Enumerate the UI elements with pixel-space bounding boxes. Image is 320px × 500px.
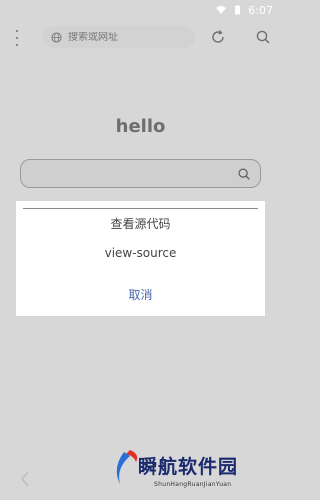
- url-input[interactable]: [68, 31, 186, 43]
- dialog-item-view-source[interactable]: view-source: [16, 246, 265, 260]
- battery-icon: [235, 5, 241, 15]
- globe-icon: [51, 31, 62, 43]
- dialog-item-view-source-cn[interactable]: 查看源代码: [16, 215, 265, 232]
- watermark-logo: 瞬航软件园 ShunHangRuanJianYuan: [110, 446, 260, 494]
- back-icon[interactable]: [20, 470, 30, 488]
- wifi-icon: [216, 6, 227, 14]
- address-bar[interactable]: [43, 26, 195, 48]
- status-time: 6:07: [248, 3, 273, 17]
- search-icon[interactable]: [255, 29, 271, 45]
- cancel-button[interactable]: 取消: [16, 286, 265, 303]
- search-icon[interactable]: [237, 167, 251, 181]
- watermark-title: 瞬航软件园: [138, 456, 239, 478]
- page-heading: hello: [115, 116, 166, 137]
- more-vertical-icon[interactable]: [12, 30, 22, 46]
- dialog-divider: [23, 208, 258, 209]
- watermark-subtitle: ShunHangRuanJianYuan: [154, 481, 232, 488]
- status-bar: 6:07: [0, 0, 281, 20]
- page-search-input[interactable]: [20, 159, 261, 188]
- context-dialog: 查看源代码 view-source 取消: [16, 201, 265, 316]
- refresh-icon[interactable]: [210, 29, 226, 45]
- browser-toolbar: [0, 20, 281, 54]
